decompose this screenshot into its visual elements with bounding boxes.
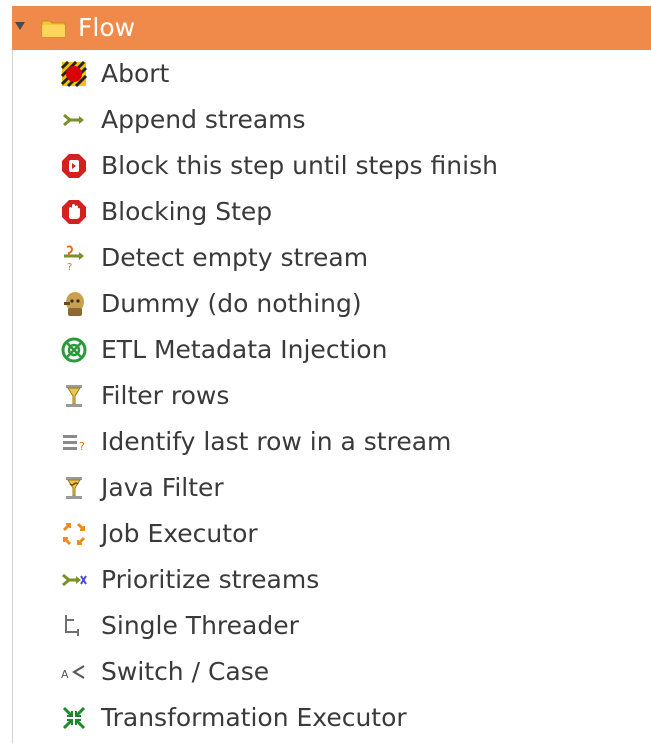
tree-item-transformation-executor[interactable]: Transformation Executor [0,695,651,741]
tree-item-label: ETL Metadata Injection [101,335,388,364]
filter-rows-icon [66,385,82,407]
tree-item-label: Transformation Executor [101,703,407,732]
abort-icon [60,60,88,88]
append-streams-icon [63,113,84,127]
tree-item-job-executor[interactable]: Job Executor [0,511,651,557]
tree-item-abort[interactable]: Abort [0,51,651,97]
tree-item-detect-empty-stream[interactable]: ? Detect empty stream [0,235,651,281]
folder-icon [41,20,66,38]
svg-text:?: ? [67,262,72,272]
blocking-step-icon [62,200,86,224]
tree-item-switch-case[interactable]: A Switch / Case [0,649,651,695]
prioritize-streams-icon [62,573,87,587]
metadata-injection-icon [61,337,87,363]
tree-item-label: Job Executor [101,519,258,548]
step-tree: Flow Abort Append streams Block this ste… [0,0,651,743]
svg-text:?: ? [79,440,85,453]
tree-item-label: Abort [101,59,170,88]
tree-item-single-threader[interactable]: Single Threader [0,603,651,649]
tree-item-label: Detect empty stream [101,243,369,272]
tree-item-block-until-finish[interactable]: Block this step until steps finish [0,143,651,189]
step-list: Abort Append streams Block this step unt… [0,51,651,741]
tree-item-filter-rows[interactable]: Filter rows [0,373,651,419]
tree-item-metadata-injection[interactable]: ETL Metadata Injection [0,327,651,373]
tree-item-label: Prioritize streams [101,565,320,594]
tree-item-append-streams[interactable]: Append streams [0,97,651,143]
tree-item-label: Block this step until steps finish [101,151,498,180]
tree-item-label: Append streams [101,105,306,134]
tree-item-label: Filter rows [101,381,230,410]
tree-item-blocking-step[interactable]: Blocking Step [0,189,651,235]
tree-folder-flow[interactable]: Flow [12,6,651,50]
java-filter-icon [66,477,82,499]
single-threader-icon [65,615,79,636]
expand-triangle-icon[interactable] [15,22,25,30]
tree-item-label: Switch / Case [101,657,270,686]
job-executor-icon [62,522,86,546]
tree-item-label: Java Filter [101,473,224,502]
tree-item-prioritize-streams[interactable]: Prioritize streams [0,557,651,603]
identify-last-row-icon: ? [63,435,85,453]
svg-text:A: A [61,668,69,681]
switch-case-icon: A [61,665,85,681]
tree-item-label: Dummy (do nothing) [101,289,362,318]
tree-item-label: Identify last row in a stream [101,427,452,456]
tree-item-label: Single Threader [101,611,299,640]
transformation-executor-icon [62,706,86,730]
detect-empty-stream-icon: ? [64,245,84,272]
folder-label: Flow [78,13,136,42]
dummy-icon [64,292,84,316]
tree-item-java-filter[interactable]: Java Filter [0,465,651,511]
tree-item-dummy[interactable]: Dummy (do nothing) [0,281,651,327]
tree-item-label: Blocking Step [101,197,273,226]
block-until-finish-icon [62,154,86,178]
tree-item-identify-last-row[interactable]: ? Identify last row in a stream [0,419,651,465]
